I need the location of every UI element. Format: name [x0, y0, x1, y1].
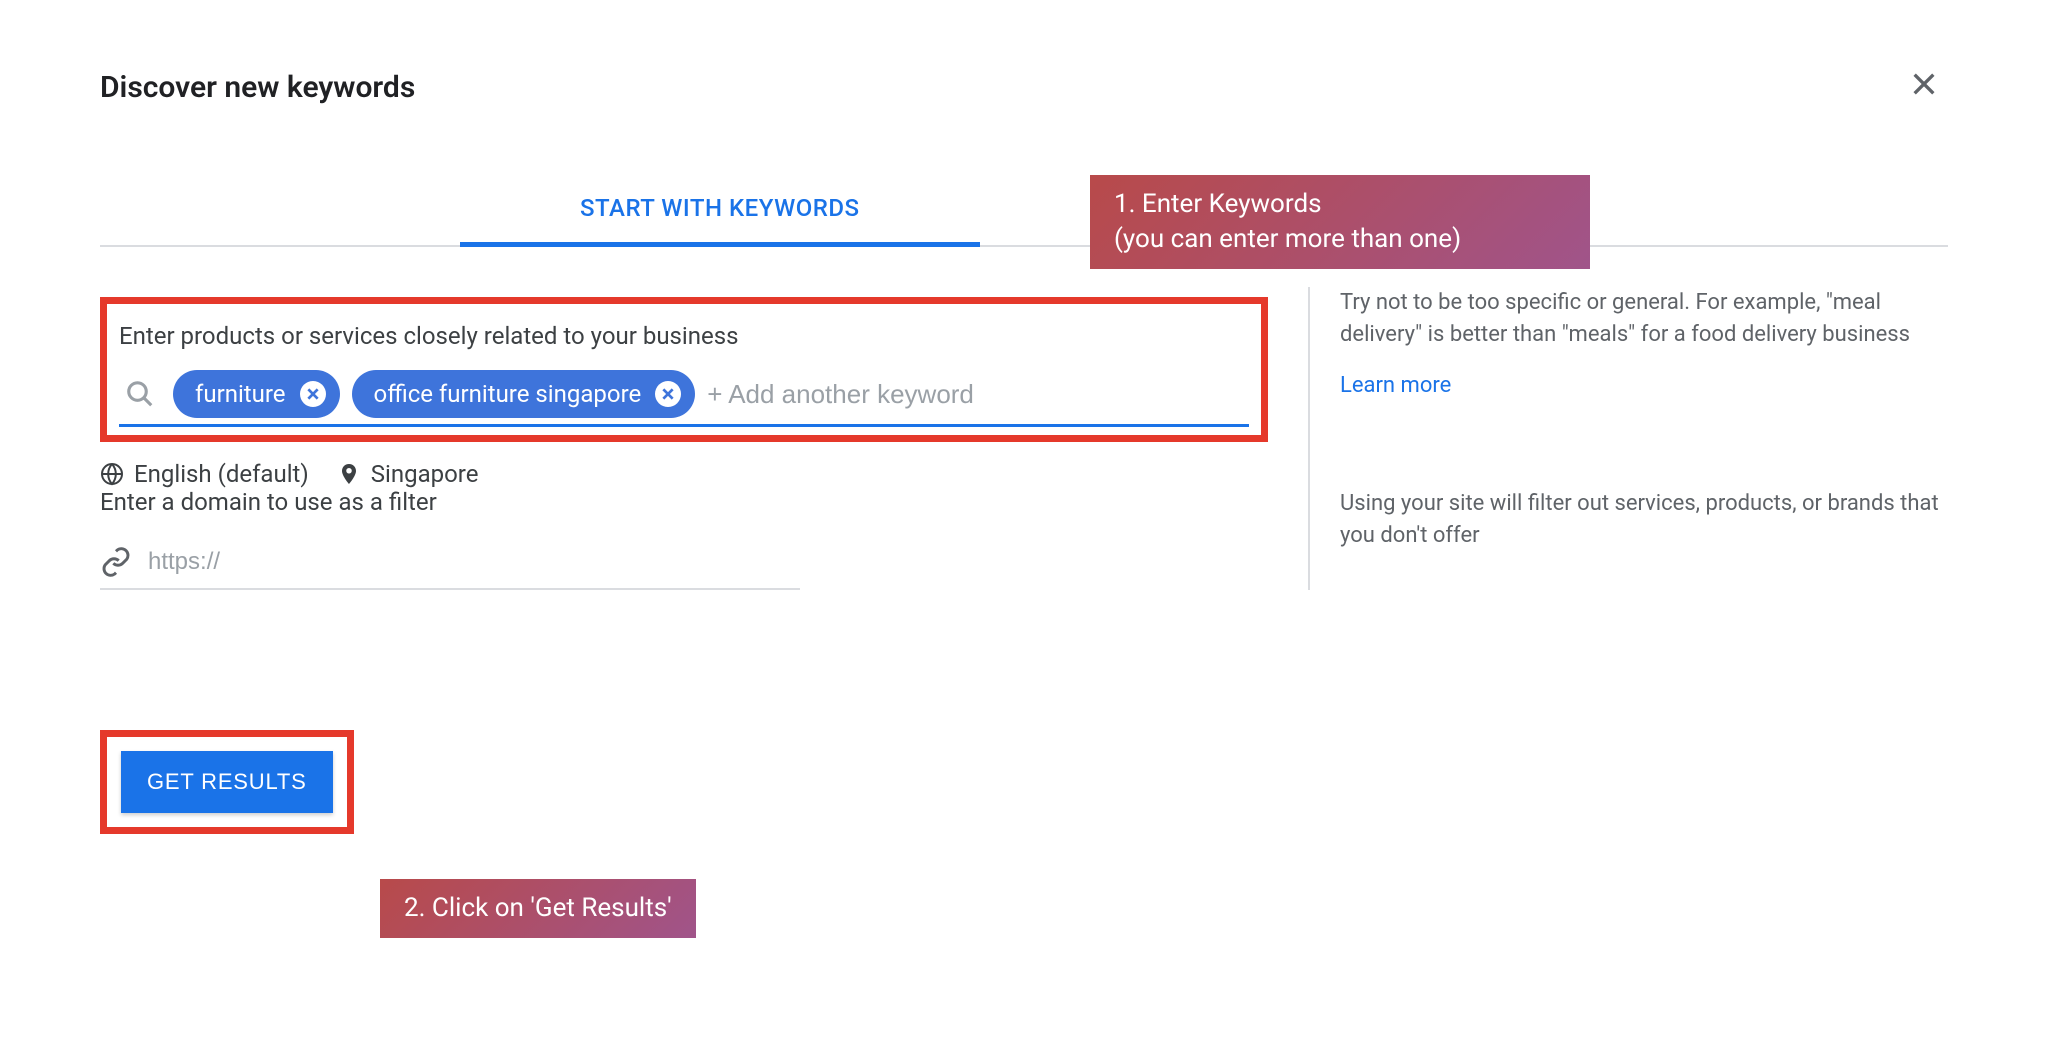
tab-start-with-keywords[interactable]: START WITH KEYWORDS	[460, 174, 980, 247]
chip-label: furniture	[195, 380, 286, 408]
chip-remove-button[interactable]	[655, 381, 681, 407]
keywords-help-panel: Try not to be too specific or general. F…	[1308, 287, 1948, 488]
annotation-text: 1. Enter Keywords	[1114, 187, 1566, 222]
location-label: Singapore	[371, 460, 479, 488]
close-icon	[1908, 68, 1940, 100]
domain-input-row[interactable]	[100, 536, 800, 590]
close-icon	[305, 386, 321, 402]
annotation-text: (you can enter more than one)	[1114, 222, 1566, 257]
learn-more-link[interactable]: Learn more	[1340, 373, 1948, 398]
close-button[interactable]	[1900, 60, 1948, 114]
domain-help-text: Using your site will filter out services…	[1340, 488, 1948, 552]
keywords-input-row[interactable]: furniture office furniture singapore	[119, 370, 1249, 427]
chip-remove-button[interactable]	[300, 381, 326, 407]
language-label: English (default)	[134, 460, 309, 488]
location-selector[interactable]: Singapore	[337, 460, 479, 488]
keyword-chip[interactable]: office furniture singapore	[352, 370, 696, 418]
pin-icon	[337, 462, 361, 486]
annotation-step-2: 2. Click on 'Get Results'	[380, 879, 696, 938]
get-results-button[interactable]: GET RESULTS	[121, 751, 333, 813]
annotation-text: 2. Click on 'Get Results'	[404, 893, 672, 923]
keywords-label: Enter products or services closely relat…	[119, 322, 1249, 350]
add-keyword-input[interactable]	[707, 379, 1249, 410]
keywords-highlight-box: Enter products or services closely relat…	[100, 297, 1268, 442]
domain-help-panel: Using your site will filter out services…	[1308, 488, 1948, 590]
close-icon	[660, 386, 676, 402]
globe-icon	[100, 462, 124, 486]
tabs: START WITH KEYWORDS	[100, 174, 1948, 247]
keyword-chip[interactable]: furniture	[173, 370, 340, 418]
language-selector[interactable]: English (default)	[100, 460, 309, 488]
annotation-step-1: 1. Enter Keywords (you can enter more th…	[1090, 175, 1590, 269]
search-icon	[125, 379, 155, 409]
get-results-highlight-box: GET RESULTS	[100, 730, 354, 834]
domain-input[interactable]	[148, 548, 800, 576]
page-title: Discover new keywords	[100, 70, 415, 105]
header: Discover new keywords	[100, 60, 1948, 114]
domain-label: Enter a domain to use as a filter	[100, 488, 1268, 516]
keywords-help-text: Try not to be too specific or general. F…	[1340, 287, 1948, 351]
chip-label: office furniture singapore	[374, 380, 642, 408]
link-icon	[100, 546, 132, 578]
locale-row: English (default) Singapore	[100, 460, 1268, 488]
